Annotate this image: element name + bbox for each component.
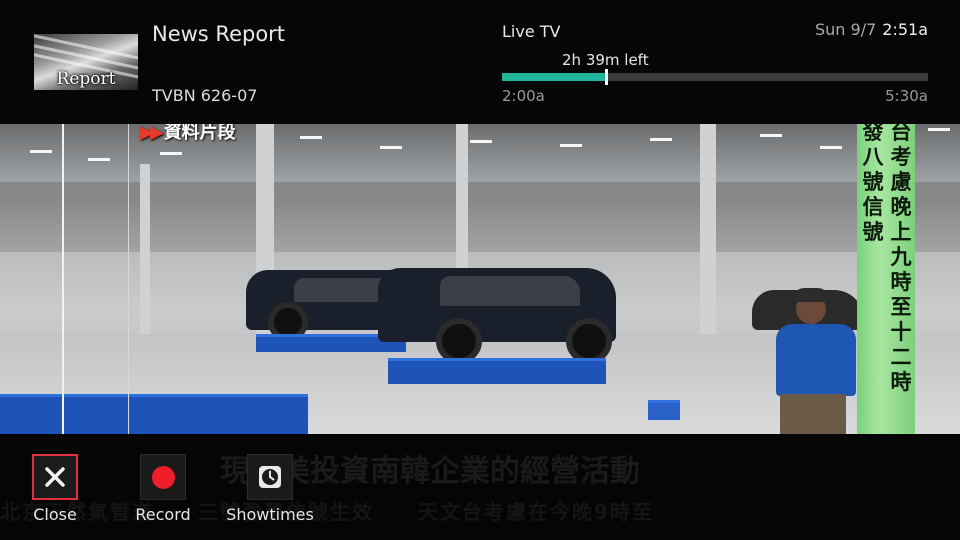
record-button-frame[interactable] — [140, 454, 186, 500]
current-date: Sun 9/7 — [814, 20, 877, 39]
channel-number: TVBN 626-07 — [152, 86, 258, 105]
action-bar: 現在美投資南韓企業的經營活動 北京天然氣管道 三號強風信號生效 天文台考慮在今晚… — [0, 434, 960, 540]
progress-fill — [502, 73, 606, 81]
program-thumbnail: Report — [34, 34, 138, 90]
current-time: 2:51a — [882, 20, 928, 39]
showtimes-button-frame[interactable] — [247, 454, 293, 500]
program-start-time: 2:00a — [502, 87, 545, 105]
record-icon — [151, 465, 175, 489]
clock-icon — [259, 466, 281, 488]
clock: Sun 9/7 2:51a — [815, 20, 928, 39]
close-icon — [45, 467, 65, 487]
time-remaining: 2h 39m left — [562, 51, 649, 69]
showtimes-label: Showtimes — [226, 505, 314, 524]
showtimes-button[interactable]: Showtimes — [225, 454, 315, 524]
live-tv-label: Live TV — [502, 22, 561, 41]
program-title: News Report — [152, 22, 286, 46]
close-label: Close — [33, 505, 77, 524]
caption-column-right: 台考慮晚上九時至十二時 — [890, 124, 912, 394]
source-footage-tag: ▶▶ 資料片段 — [140, 124, 236, 143]
progress-bar — [502, 69, 928, 85]
close-button[interactable]: Close — [10, 454, 100, 524]
record-button[interactable]: Record — [118, 454, 208, 524]
program-end-time: 5:30a — [885, 87, 928, 105]
program-info-bar: Report News Report TVBN 626-07 Live TV S… — [0, 0, 960, 124]
thumbnail-caption: Report — [56, 69, 116, 89]
record-label: Record — [135, 505, 191, 524]
close-button-frame[interactable] — [32, 454, 78, 500]
video-frame: ▶▶ 資料片段 發八號信號 台考慮晚上九時至十二時 — [0, 124, 960, 434]
vertical-news-caption: 發八號信號 台考慮晚上九時至十二時 — [857, 124, 915, 434]
source-footage-label: 資料片段 — [163, 124, 236, 143]
progress-marker — [604, 69, 608, 85]
caption-column-left: 發八號信號 — [862, 124, 884, 244]
